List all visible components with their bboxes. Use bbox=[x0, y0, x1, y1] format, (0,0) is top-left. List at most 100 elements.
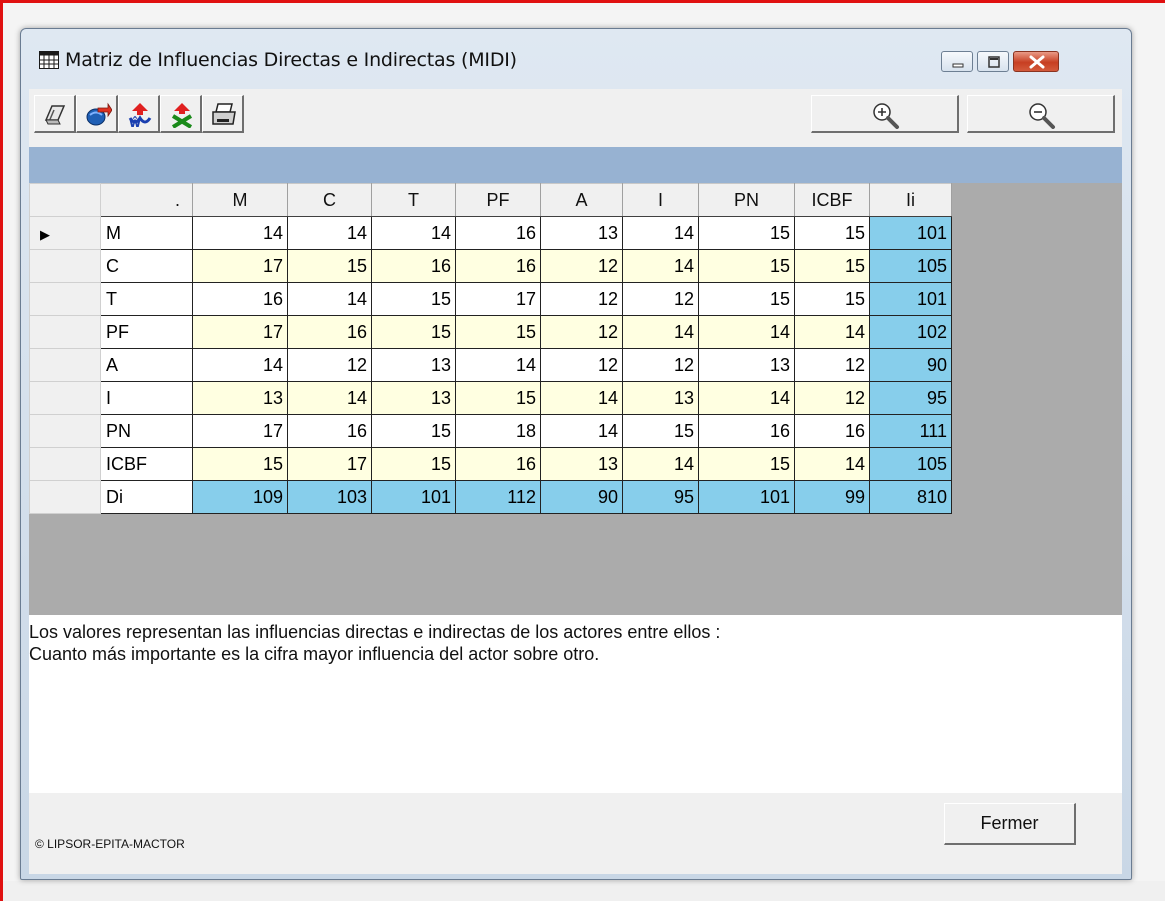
matrix-cell[interactable]: 15 bbox=[287, 249, 372, 283]
matrix-cell[interactable]: 13 bbox=[698, 348, 795, 382]
matrix-cell[interactable]: 14 bbox=[192, 348, 288, 382]
matrix-cell[interactable]: 15 bbox=[192, 447, 288, 481]
table-row[interactable]: ICBF 15 17 15 16 13 14 15 14 105 bbox=[29, 447, 952, 481]
matrix-cell[interactable]: 18 bbox=[455, 414, 541, 448]
table-row[interactable]: A 14 12 13 14 12 12 13 12 90 bbox=[29, 348, 952, 382]
total-cell[interactable]: 105 bbox=[869, 447, 952, 481]
matrix-cell[interactable]: 14 bbox=[540, 381, 623, 415]
matrix-cell[interactable]: 17 bbox=[192, 315, 288, 349]
matrix-cell[interactable]: 16 bbox=[371, 249, 456, 283]
column-header-pn[interactable]: PN bbox=[698, 183, 795, 217]
title-bar[interactable]: Matriz de Influencias Directas e Indirec… bbox=[21, 29, 1131, 85]
matrix-cell[interactable]: 15 bbox=[371, 315, 456, 349]
matrix-cell[interactable]: 14 bbox=[794, 447, 870, 481]
matrix-cell[interactable]: 14 bbox=[622, 315, 699, 349]
matrix-cell[interactable]: 16 bbox=[455, 249, 541, 283]
row-label[interactable]: M bbox=[100, 216, 193, 250]
row-label[interactable]: I bbox=[100, 381, 193, 415]
matrix-cell[interactable]: 13 bbox=[540, 216, 623, 250]
matrix-cell[interactable]: 12 bbox=[794, 348, 870, 382]
matrix-cell[interactable]: 16 bbox=[698, 414, 795, 448]
matrix-cell[interactable]: 14 bbox=[698, 315, 795, 349]
matrix-cell[interactable]: 12 bbox=[540, 282, 623, 316]
matrix-cell[interactable]: 14 bbox=[794, 315, 870, 349]
total-cell[interactable]: 101 bbox=[698, 480, 795, 514]
matrix-cell[interactable]: 14 bbox=[622, 249, 699, 283]
row-selector[interactable] bbox=[29, 282, 101, 316]
matrix-cell[interactable]: 13 bbox=[622, 381, 699, 415]
matrix-cell[interactable]: 14 bbox=[622, 216, 699, 250]
matrix-cell[interactable]: 15 bbox=[698, 216, 795, 250]
row-label[interactable]: ICBF bbox=[100, 447, 193, 481]
table-row[interactable]: T 16 14 15 17 12 12 15 15 101 bbox=[29, 282, 952, 316]
total-cell[interactable]: 101 bbox=[371, 480, 456, 514]
row-label[interactable]: PF bbox=[100, 315, 193, 349]
matrix-cell[interactable]: 14 bbox=[287, 282, 372, 316]
fermer-button[interactable]: Fermer bbox=[944, 803, 1076, 845]
matrix-cell[interactable]: 13 bbox=[371, 381, 456, 415]
matrix-cell[interactable]: 17 bbox=[192, 414, 288, 448]
matrix-cell[interactable]: 17 bbox=[287, 447, 372, 481]
row-selector[interactable] bbox=[29, 348, 101, 382]
column-header-corner[interactable]: . bbox=[100, 183, 193, 217]
matrix-cell[interactable]: 14 bbox=[622, 447, 699, 481]
maximize-button[interactable] bbox=[977, 51, 1009, 72]
minimize-button[interactable] bbox=[941, 51, 973, 72]
matrix-cell[interactable]: 14 bbox=[455, 348, 541, 382]
matrix-cell[interactable]: 15 bbox=[794, 249, 870, 283]
matrix-cell[interactable]: 13 bbox=[192, 381, 288, 415]
column-header-m[interactable]: M bbox=[192, 183, 288, 217]
column-header-pf[interactable]: PF bbox=[455, 183, 541, 217]
total-cell[interactable]: 101 bbox=[869, 216, 952, 250]
row-selector[interactable]: ▶ bbox=[29, 216, 101, 250]
row-selector[interactable] bbox=[29, 249, 101, 283]
matrix-cell[interactable]: 13 bbox=[371, 348, 456, 382]
matrix-cell[interactable]: 12 bbox=[540, 315, 623, 349]
matrix-cell[interactable]: 15 bbox=[371, 414, 456, 448]
column-header-t[interactable]: T bbox=[371, 183, 456, 217]
matrix-cell[interactable]: 12 bbox=[622, 282, 699, 316]
matrix-cell[interactable]: 15 bbox=[698, 282, 795, 316]
matrix-cell[interactable]: 12 bbox=[794, 381, 870, 415]
matrix-cell[interactable]: 15 bbox=[698, 249, 795, 283]
matrix-cell[interactable]: 12 bbox=[540, 249, 623, 283]
zoom-in-button[interactable] bbox=[811, 95, 959, 133]
row-label[interactable]: A bbox=[100, 348, 193, 382]
column-header-a[interactable]: A bbox=[540, 183, 623, 217]
total-cell[interactable]: 105 bbox=[869, 249, 952, 283]
matrix-cell[interactable]: 16 bbox=[287, 315, 372, 349]
row-label[interactable]: T bbox=[100, 282, 193, 316]
row-selector[interactable] bbox=[29, 480, 101, 514]
total-cell[interactable]: 90 bbox=[869, 348, 952, 382]
row-selector[interactable] bbox=[29, 315, 101, 349]
matrix-cell[interactable]: 13 bbox=[540, 447, 623, 481]
matrix-cell[interactable]: 14 bbox=[192, 216, 288, 250]
matrix-cell[interactable]: 14 bbox=[287, 381, 372, 415]
matrix-cell[interactable]: 14 bbox=[698, 381, 795, 415]
table-row[interactable]: C 17 15 16 16 12 14 15 15 105 bbox=[29, 249, 952, 283]
matrix-cell[interactable]: 14 bbox=[371, 216, 456, 250]
row-label[interactable]: Di bbox=[100, 480, 193, 514]
matrix-cell[interactable]: 15 bbox=[371, 447, 456, 481]
matrix-cell[interactable]: 16 bbox=[192, 282, 288, 316]
matrix-cell[interactable]: 15 bbox=[794, 216, 870, 250]
total-cell[interactable]: 101 bbox=[869, 282, 952, 316]
column-header-c[interactable]: C bbox=[287, 183, 372, 217]
total-cell[interactable]: 112 bbox=[455, 480, 541, 514]
total-cell[interactable]: 99 bbox=[794, 480, 870, 514]
total-cell[interactable]: 103 bbox=[287, 480, 372, 514]
copy-button[interactable] bbox=[34, 95, 76, 133]
column-header-i[interactable]: I bbox=[622, 183, 699, 217]
matrix-cell[interactable]: 15 bbox=[794, 282, 870, 316]
total-cell[interactable]: 102 bbox=[869, 315, 952, 349]
column-header-ii[interactable]: Ii bbox=[869, 183, 952, 217]
close-window-button[interactable] bbox=[1013, 51, 1059, 72]
total-cell[interactable]: 95 bbox=[869, 381, 952, 415]
matrix-cell[interactable]: 15 bbox=[371, 282, 456, 316]
table-row[interactable]: PN 17 16 15 18 14 15 16 16 111 bbox=[29, 414, 952, 448]
table-row[interactable]: I 13 14 13 15 14 13 14 12 95 bbox=[29, 381, 952, 415]
zoom-out-button[interactable] bbox=[967, 95, 1115, 133]
matrix-cell[interactable]: 15 bbox=[455, 381, 541, 415]
total-row[interactable]: Di 109 103 101 112 90 95 101 99 810 bbox=[29, 480, 952, 514]
matrix-cell[interactable]: 16 bbox=[455, 216, 541, 250]
